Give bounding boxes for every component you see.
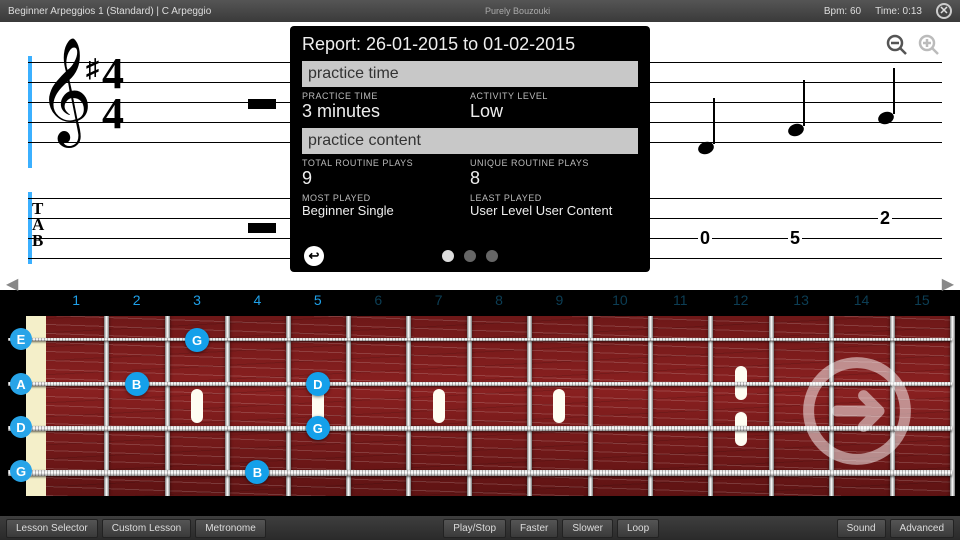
fret-8	[527, 316, 532, 496]
sound-button[interactable]: Sound	[837, 519, 886, 538]
pager-dot-3[interactable]	[486, 250, 498, 262]
report-back-button[interactable]: ↩	[304, 246, 324, 266]
open-string-g[interactable]: G	[10, 460, 32, 482]
report-panel: Report: 26-01-2015 to 01-02-2015 practic…	[290, 26, 650, 272]
treble-clef-icon: 𝄞	[38, 44, 92, 136]
fret-5	[346, 316, 351, 496]
lesson-title: Beginner Arpeggios 1 (Standard) | C Arpe…	[8, 6, 211, 17]
inlay-3	[191, 389, 203, 423]
fret-numbers: 12345 678910 1112131415	[46, 292, 952, 314]
fret-marker-g-f5-s3[interactable]: G	[306, 416, 330, 440]
fret-11	[708, 316, 713, 496]
unique-plays-value: 8	[470, 168, 638, 189]
fret-2	[165, 316, 170, 496]
section-practice-content: practice content	[302, 128, 638, 154]
close-button[interactable]: ✕	[936, 3, 952, 19]
next-page-button[interactable]: ▶	[942, 274, 954, 294]
key-signature: ♯	[86, 54, 99, 84]
tab-num-2: 5	[788, 228, 802, 249]
custom-lesson-button[interactable]: Custom Lesson	[102, 519, 191, 538]
open-string-a[interactable]: A	[10, 373, 32, 395]
tab-rest	[248, 223, 276, 233]
inlay-9	[553, 389, 565, 423]
loop-button[interactable]: Loop	[617, 519, 659, 538]
string-1[interactable]	[8, 338, 952, 341]
time-signature: 44	[102, 54, 124, 133]
inlay-7	[433, 389, 445, 423]
total-plays-value: 9	[302, 168, 470, 189]
whole-rest	[248, 99, 276, 109]
pager-dot-2[interactable]	[464, 250, 476, 262]
fret-marker-g-f3-s1[interactable]: G	[185, 328, 209, 352]
fret-12	[769, 316, 774, 496]
time-readout: Time: 0:13	[875, 6, 922, 17]
fret-15	[950, 316, 955, 496]
open-string-e[interactable]: E	[10, 328, 32, 350]
tab-num-3: 2	[878, 208, 892, 229]
brand-label: Purely Bouzouki	[211, 6, 824, 16]
lesson-selector-button[interactable]: Lesson Selector	[6, 519, 98, 538]
metronome-button[interactable]: Metronome	[195, 519, 266, 538]
play-stop-button[interactable]: Play/Stop	[443, 519, 506, 538]
prev-page-button[interactable]: ◀	[6, 274, 18, 294]
most-played-value: Beginner Single	[302, 203, 470, 218]
fret-10	[648, 316, 653, 496]
slower-button[interactable]: Slower	[562, 519, 613, 538]
fret-6	[406, 316, 411, 496]
fret-9	[588, 316, 593, 496]
bpm-readout: Bpm: 60	[824, 6, 861, 17]
fret-7	[467, 316, 472, 496]
zoom-out-button[interactable]	[884, 32, 910, 58]
practice-time-value: 3 minutes	[302, 101, 470, 122]
report-title: Report: 26-01-2015 to 01-02-2015	[302, 34, 638, 55]
least-played-value: User Level User Content	[470, 203, 638, 218]
bottom-bar: Lesson Selector Custom Lesson Metronome …	[0, 516, 960, 540]
tab-num-1: 0	[698, 228, 712, 249]
play-overlay-button[interactable]	[802, 356, 912, 466]
fretboard[interactable]: E A D G GBDGB	[8, 316, 952, 496]
fret-marker-b-f2-s2[interactable]: B	[125, 372, 149, 396]
fret-1	[104, 316, 109, 496]
open-string-d[interactable]: D	[10, 416, 32, 438]
advanced-button[interactable]: Advanced	[890, 519, 954, 538]
section-practice-time: practice time	[302, 61, 638, 87]
activity-level-value: Low	[470, 101, 638, 122]
fret-marker-d-f5-s2[interactable]: D	[306, 372, 330, 396]
faster-button[interactable]: Faster	[510, 519, 558, 538]
top-bar: Beginner Arpeggios 1 (Standard) | C Arpe…	[0, 0, 960, 22]
pager-dot-1[interactable]	[442, 250, 454, 262]
fret-4	[286, 316, 291, 496]
tab-clef: TAB	[32, 201, 44, 249]
fret-3	[225, 316, 230, 496]
zoom-in-button[interactable]	[916, 32, 942, 58]
string-4[interactable]	[8, 470, 952, 476]
